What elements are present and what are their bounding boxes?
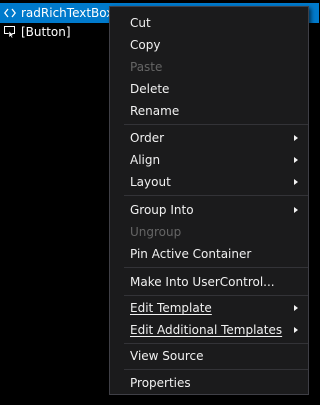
menu-item-cut[interactable]: Cut [110, 12, 308, 34]
menu-separator [124, 369, 308, 370]
menu-item-label: Group Into [130, 203, 194, 217]
menu-item-view-source[interactable]: View Source [110, 345, 308, 367]
submenu-arrow-icon [294, 179, 298, 185]
menu-item-order[interactable]: Order [110, 127, 308, 149]
menu-item-edit-template[interactable]: Edit Template [110, 297, 308, 319]
submenu-arrow-icon [294, 305, 298, 311]
menu-item-ungroup[interactable]: Ungroup [110, 221, 308, 243]
menu-separator [124, 267, 308, 268]
submenu-arrow-icon [294, 327, 298, 333]
context-menu: Cut Copy Paste Delete Rename Order Align… [109, 6, 309, 395]
code-brackets-icon [3, 6, 17, 20]
menu-item-label: Align [130, 153, 161, 167]
menu-item-group-into[interactable]: Group Into [110, 199, 308, 221]
menu-separator [124, 295, 308, 296]
tree-item-label: [Button] [21, 25, 71, 39]
menu-item-label: Order [130, 131, 165, 145]
menu-item-paste[interactable]: Paste [110, 56, 308, 78]
menu-item-label: Cut [130, 16, 151, 30]
menu-item-make-into-usercontrol[interactable]: Make Into UserControl... [110, 271, 308, 293]
menu-item-properties[interactable]: Properties [110, 372, 308, 394]
menu-separator [124, 343, 308, 344]
menu-item-delete[interactable]: Delete [110, 78, 308, 100]
menu-item-pin-active-container[interactable]: Pin Active Container [110, 243, 308, 265]
menu-item-label: Layout [130, 175, 171, 189]
menu-item-layout[interactable]: Layout [110, 171, 308, 193]
menu-item-copy[interactable]: Copy [110, 34, 308, 56]
menu-item-label: View Source [130, 349, 204, 363]
menu-separator [124, 195, 308, 196]
submenu-arrow-icon [294, 157, 298, 163]
menu-item-align[interactable]: Align [110, 149, 308, 171]
menu-item-label: Delete [130, 82, 170, 96]
menu-item-edit-additional-templates[interactable]: Edit Additional Templates [110, 319, 308, 341]
menu-item-label: Ungroup [130, 225, 182, 239]
menu-item-rename[interactable]: Rename [110, 100, 308, 122]
button-control-icon [3, 25, 17, 39]
tree-item-label: radRichTextBox [21, 6, 114, 20]
submenu-arrow-icon [294, 207, 298, 213]
menu-item-label: Edit Template [130, 301, 212, 315]
menu-item-label: Paste [130, 60, 163, 74]
menu-item-label: Properties [130, 376, 191, 390]
submenu-arrow-icon [294, 135, 298, 141]
menu-item-label: Make Into UserControl... [130, 275, 275, 289]
menu-item-label: Copy [130, 38, 161, 52]
menu-item-label: Pin Active Container [130, 247, 252, 261]
menu-separator [124, 124, 308, 125]
menu-item-label: Rename [130, 104, 180, 118]
menu-item-label: Edit Additional Templates [130, 323, 283, 337]
